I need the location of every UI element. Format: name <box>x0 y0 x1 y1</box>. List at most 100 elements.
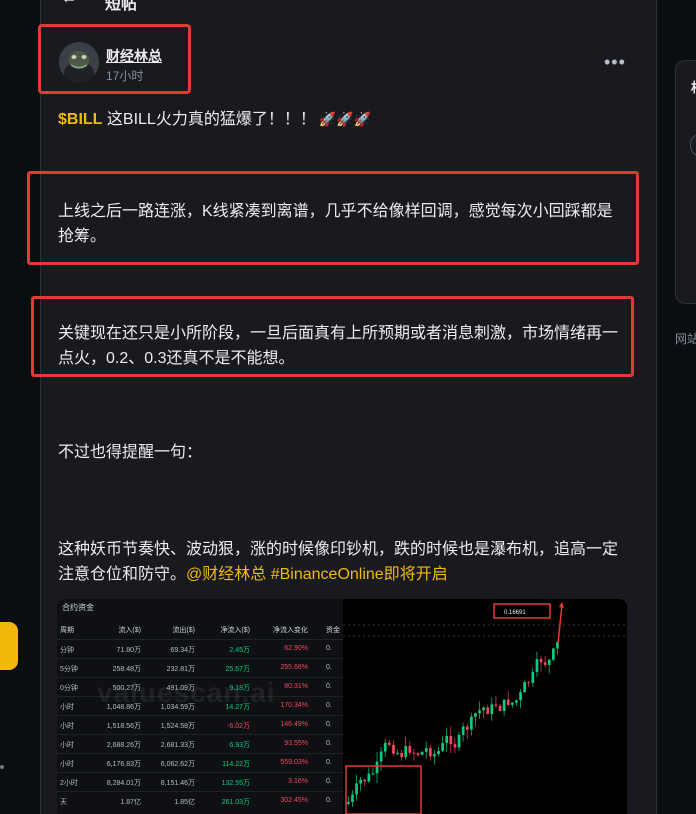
candle-body <box>424 748 428 752</box>
post-card: ← 短帖 财经林总 17小时 ••• $BILL 这BILL火力真的猛爆了！！！… <box>27 0 657 814</box>
candle-body <box>457 734 461 748</box>
post-line-1: $BILL 这BILL火力真的猛爆了！！！ 🚀🚀🚀 <box>58 107 623 132</box>
candle-body <box>547 659 551 665</box>
candle-body <box>371 773 375 775</box>
table-cell: 302.45% <box>280 797 308 804</box>
table-cell: 0. <box>326 645 332 652</box>
candle-body <box>519 692 522 701</box>
floating-action-tab[interactable] <box>0 622 18 670</box>
table-cell: 6,062.62万 <box>160 761 195 768</box>
table-cell: 0. <box>326 683 332 690</box>
candle-body <box>408 746 412 753</box>
post-time: 17小时 <box>106 69 144 83</box>
table-row: 2小时 8,284.01万 8,151.46万 132.55万 3.16% 0. <box>57 772 343 792</box>
table-cell: -6.02万 <box>227 723 250 730</box>
rail-dot <box>0 765 4 769</box>
table-row: 天 1.87亿 1.85亿 261.03万 302.45% 0. <box>57 791 343 811</box>
candle-body <box>416 753 420 755</box>
post-image[interactable]: 合约资金 周期 流入($) 流出($) 净流入($) 净流入变化 资金 分钟 71… <box>57 599 627 814</box>
sidebar-card <box>675 60 696 304</box>
candlestick-chart-image: 0.16691 <box>343 599 627 814</box>
table-cell: 114.22万 <box>222 761 250 768</box>
ticker-link[interactable]: $BILL <box>58 111 102 128</box>
table-cell: 0. <box>326 702 332 709</box>
header-cell: 资金 <box>326 627 340 634</box>
mention-link[interactable]: @财经林总 <box>186 566 266 583</box>
candle-body <box>383 742 387 752</box>
candle-body <box>355 783 358 795</box>
candle-body <box>515 700 518 703</box>
candle-body <box>375 761 379 774</box>
table-cell: 2.45万 <box>229 647 250 654</box>
avatar[interactable] <box>59 42 99 82</box>
author-name[interactable]: 财经林总 <box>106 46 162 66</box>
candle-body <box>433 754 436 757</box>
header-cell: 净流入($) <box>220 627 250 634</box>
candle-body <box>359 779 362 784</box>
candle-body <box>396 752 399 754</box>
table-cell: 5分钟 <box>60 666 78 673</box>
candle-body <box>498 705 502 711</box>
table-cell: 小时 <box>60 704 74 711</box>
post-paragraph-5: 这种妖币节奏快、波动狠，涨的时候像印钞机，跌的时候也是瀑布机，追高一定注意仓位和… <box>58 537 623 587</box>
candle-body <box>502 699 506 711</box>
post-paragraph-4: 不过也得提醒一句： <box>58 444 203 461</box>
candle-body <box>367 773 371 782</box>
price-arrow-head <box>559 602 564 608</box>
table-cell: 天 <box>60 799 67 806</box>
candle-body <box>531 672 535 683</box>
sidebar-heading: 相 <box>691 77 696 96</box>
candle-body <box>351 794 354 802</box>
sidebar-link[interactable]: 网站 <box>675 330 696 347</box>
fund-flow-title: 合约资金 <box>62 603 94 612</box>
candle-body <box>470 716 473 730</box>
candle-body <box>388 742 391 745</box>
candle-body <box>543 662 547 665</box>
table-cell: 0. <box>326 759 332 766</box>
candle-body <box>523 682 526 693</box>
table-cell: 71.80万 <box>116 647 141 654</box>
table-cell: 25.67万 <box>225 666 250 673</box>
arrow-left-icon[interactable]: ← <box>61 0 77 8</box>
hashtag-link[interactable]: #BinanceOnline即将开启 <box>271 566 448 583</box>
table-cell: 1,518.56万 <box>106 723 141 730</box>
table-cell: 80.31% <box>284 683 308 690</box>
candle-body <box>535 659 539 673</box>
candle-body <box>379 751 383 762</box>
table-cell: 8,151.46万 <box>160 780 195 787</box>
header-cell: 周期 <box>60 627 74 634</box>
table-cell: 8,284.01万 <box>106 780 141 787</box>
header-cell: 净流入变化 <box>273 627 308 634</box>
post-paragraph-2: 上线之后一路连涨，K线紧凑到离谱，几乎不给像样回调，感觉每次小回踩都是抢筹。 <box>58 203 613 245</box>
candle-body <box>412 752 416 754</box>
price-label: 0.16691 <box>504 610 526 616</box>
table-cell: 0. <box>326 721 332 728</box>
table-cell: 0. <box>326 740 332 747</box>
candle-body <box>429 748 432 757</box>
candle-body <box>437 750 440 755</box>
table-cell: 258.48万 <box>112 666 141 673</box>
table-cell: 0. <box>326 778 332 785</box>
candle-body <box>404 746 408 758</box>
table-cell: 6,176.83万 <box>106 761 141 768</box>
table-cell: 小时 <box>60 723 74 730</box>
candle-body <box>482 707 485 711</box>
candle-body <box>478 710 481 714</box>
more-horizontal-icon[interactable]: ••• <box>604 52 626 73</box>
candle-body <box>363 779 367 782</box>
table-cell: 170.34% <box>280 702 308 709</box>
table-cell: 0分钟 <box>60 685 78 692</box>
candle-body <box>556 642 559 649</box>
table-cell: 2,688.26万 <box>106 742 141 749</box>
fund-flow-header: 周期 流入($) 流出($) 净流入($) 净流入变化 资金 <box>57 620 343 639</box>
candle-body <box>494 704 498 706</box>
fund-flow-table: 合约资金 周期 流入($) 流出($) 净流入($) 净流入变化 资金 分钟 71… <box>57 599 343 814</box>
right-sidebar: 相 网站 <box>675 0 696 814</box>
table-cell: 0. <box>326 664 332 671</box>
header-cell: 流入($) <box>118 627 141 634</box>
candle-body <box>453 744 457 748</box>
table-cell: 6.93万 <box>229 742 250 749</box>
candle-body <box>527 682 531 684</box>
candle-body <box>441 743 444 751</box>
table-cell: 255.66% <box>280 664 308 671</box>
